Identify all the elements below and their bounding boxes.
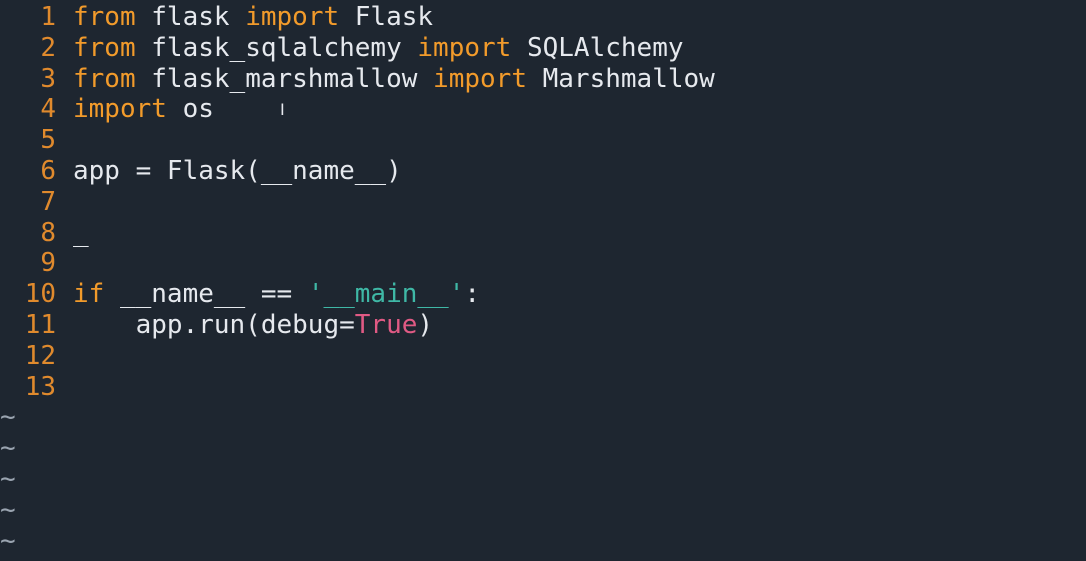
- text-cursor-icon: I: [280, 100, 285, 119]
- code-token: flask_marshmallow: [135, 63, 434, 94]
- code-token: ): [417, 309, 434, 340]
- code-token: Marshmallow: [526, 63, 715, 94]
- line-code[interactable]: import os: [56, 94, 1086, 125]
- keyword-token: import: [417, 32, 512, 63]
- code-line[interactable]: 7: [0, 187, 1086, 218]
- line-code[interactable]: from flask_marshmallow import Marshmallo…: [56, 64, 1086, 95]
- code-token: Flask: [339, 2, 434, 32]
- code-token: os: [166, 94, 214, 125]
- empty-line-marker: ~: [0, 463, 16, 494]
- line-code[interactable]: _: [56, 218, 1086, 249]
- line-code[interactable]: [56, 341, 1086, 372]
- code-token: :: [464, 279, 481, 310]
- code-token: app.run(debug=: [73, 309, 355, 340]
- line-code[interactable]: from flask_sqlalchemy import SQLAlchemy: [56, 33, 1086, 64]
- line-number: 10: [24, 279, 56, 310]
- line-number: 7: [40, 186, 56, 217]
- code-line[interactable]: 3 from flask_marshmallow import Marshmall…: [0, 64, 1086, 95]
- line-code[interactable]: app.run(debug=True): [56, 310, 1086, 341]
- keyword-token: import: [433, 63, 527, 94]
- code-lines[interactable]: 1 from flask import Flask 2 from flask_sqla…: [0, 2, 1086, 402]
- code-token: flask: [135, 2, 246, 32]
- empty-line-marker: ~: [0, 433, 16, 464]
- code-token: _: [73, 217, 89, 248]
- keyword-token: if: [73, 279, 105, 310]
- line-number: 8: [40, 217, 56, 248]
- code-line[interactable]: 11 app.run(debug=True): [0, 310, 1086, 341]
- line-number: 5: [40, 125, 56, 156]
- line-number: 4: [40, 94, 56, 125]
- code-token: flask_sqlalchemy: [135, 32, 418, 63]
- line-code[interactable]: if __name__ == '__main__':: [56, 279, 1086, 310]
- string-token: '__main__': [307, 279, 465, 310]
- line-number: 2: [40, 32, 56, 63]
- line-code[interactable]: [56, 187, 1086, 218]
- code-line[interactable]: 2 from flask_sqlalchemy import SQLAlchemy: [0, 33, 1086, 64]
- keyword-token: from: [73, 63, 136, 94]
- empty-line-marker: ~: [0, 525, 16, 556]
- code-token: __name__ ==: [104, 279, 308, 310]
- keyword-token: from: [73, 32, 136, 63]
- code-line[interactable]: 5: [0, 125, 1086, 156]
- code-line[interactable]: 10 if __name__ == '__main__':: [0, 279, 1086, 310]
- code-token: app = Flask(__name__): [73, 155, 402, 186]
- line-code[interactable]: [56, 248, 1086, 279]
- line-number: 6: [40, 155, 56, 186]
- code-line[interactable]: 12: [0, 341, 1086, 372]
- line-number: 3: [40, 63, 56, 94]
- line-code[interactable]: from flask import Flask: [56, 2, 1086, 33]
- code-line[interactable]: 1 from flask import Flask: [0, 2, 1086, 33]
- empty-line-marker: ~: [0, 494, 16, 525]
- line-code[interactable]: [56, 372, 1086, 403]
- line-number: 9: [40, 248, 56, 279]
- code-token: SQLAlchemy: [511, 32, 684, 63]
- line-number: 11: [24, 309, 56, 340]
- code-line[interactable]: 8 _: [0, 218, 1086, 249]
- empty-line-marker: ~: [0, 402, 16, 433]
- boolean-token: True: [354, 309, 418, 340]
- empty-line-markers: ~ ~ ~ ~ ~: [0, 402, 1086, 556]
- code-editor[interactable]: 1 from flask import Flask 2 from flask_sqla…: [0, 0, 1086, 561]
- code-line[interactable]: 9: [0, 248, 1086, 279]
- line-number: 13: [24, 371, 56, 402]
- line-code[interactable]: [56, 125, 1086, 156]
- line-number: 1: [40, 2, 56, 32]
- keyword-token: import: [73, 94, 167, 125]
- line-number: 12: [24, 340, 56, 371]
- code-line[interactable]: 13: [0, 372, 1086, 403]
- code-line[interactable]: 4 import os: [0, 94, 1086, 125]
- code-line[interactable]: 6 app = Flask(__name__): [0, 156, 1086, 187]
- keyword-token: from: [73, 2, 136, 32]
- line-code[interactable]: app = Flask(__name__): [56, 156, 1086, 187]
- keyword-token: import: [245, 2, 340, 32]
